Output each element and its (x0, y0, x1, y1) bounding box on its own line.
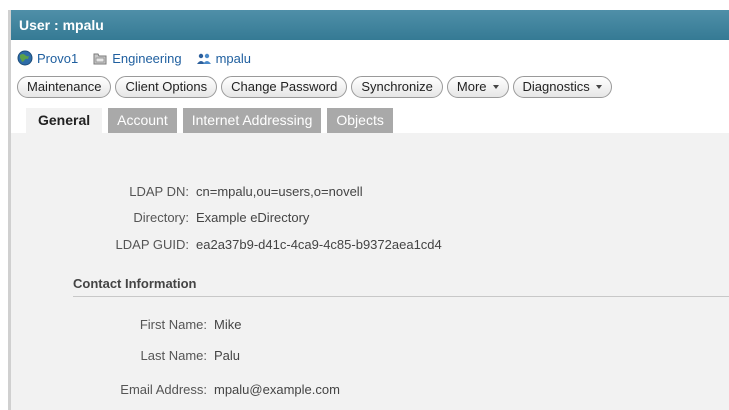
email-label: Email Address: (120, 382, 207, 397)
first-name-value-row: Mike (214, 316, 614, 334)
last-name-value: Palu (214, 348, 241, 363)
contact-information-heading: Contact Information (73, 276, 197, 291)
first-name-row: First Name: (11, 316, 207, 334)
ldap-dn-value: cn=mpalu,ou=users,o=novell (196, 184, 363, 199)
email-value-row: mpalu@example.com (214, 381, 614, 399)
maintenance-button[interactable]: Maintenance (17, 76, 112, 98)
ldap-dn-label: LDAP DN: (129, 184, 189, 199)
tab-objects[interactable]: Objects (327, 108, 393, 133)
section-divider (73, 296, 729, 297)
ldap-guid-value-row: ea2a37b9-d41c-4ca9-4c85-b9372aea1cd4 (196, 236, 696, 254)
breadcrumb-item-mpalu[interactable]: mpalu (196, 50, 251, 66)
directory-value: Example eDirectory (196, 210, 310, 225)
folder-icon (92, 50, 108, 66)
breadcrumb-label: mpalu (215, 50, 252, 66)
window-title: User : mpalu (11, 10, 729, 40)
first-name-value: Mike (214, 317, 242, 332)
email-value: mpalu@example.com (214, 382, 340, 397)
email-row: Email Address: (11, 381, 207, 399)
directory-row: Directory: (11, 209, 189, 227)
breadcrumb-label: Provo1 (37, 50, 79, 66)
ldap-guid-row: LDAP GUID: (11, 236, 189, 254)
more-menu-button[interactable]: More (446, 76, 509, 98)
breadcrumb-item-provo1[interactable]: Provo1 (17, 50, 78, 66)
diagnostics-menu-button[interactable]: Diagnostics (512, 76, 612, 98)
ldap-guid-label: LDAP GUID: (115, 237, 189, 252)
ldap-dn-row: LDAP DN: (11, 183, 189, 201)
change-password-button[interactable]: Change Password (221, 76, 348, 98)
last-name-value-row: Palu (214, 347, 614, 365)
directory-value-row: Example eDirectory (196, 209, 696, 227)
breadcrumb-item-engineering[interactable]: Engineering (92, 50, 182, 66)
tab-internet-addressing[interactable]: Internet Addressing (182, 108, 322, 133)
client-options-button[interactable]: Client Options (115, 76, 218, 98)
tab-account[interactable]: Account (108, 108, 177, 133)
chevron-down-icon (492, 84, 499, 89)
chevron-down-icon (595, 84, 602, 89)
user-icon (196, 50, 212, 66)
tab-general[interactable]: General (26, 108, 103, 133)
directory-label: Directory: (133, 210, 189, 225)
user-window: User : mpalu Provo1 Engineering mpalu Ma… (8, 10, 729, 410)
breadcrumb-label: Engineering (112, 50, 182, 66)
action-toolbar: Maintenance Client Options Change Passwo… (17, 76, 616, 98)
breadcrumb: Provo1 Engineering mpalu (17, 48, 265, 68)
synchronize-button[interactable]: Synchronize (351, 76, 443, 98)
last-name-label: Last Name: (140, 348, 207, 363)
globe-icon (17, 50, 33, 66)
ldap-dn-value-row: cn=mpalu,ou=users,o=novell (196, 183, 696, 201)
general-panel (11, 133, 729, 410)
tab-bar: General Account Internet Addressing Obje… (26, 108, 399, 133)
ldap-guid-value: ea2a37b9-d41c-4ca9-4c85-b9372aea1cd4 (196, 237, 442, 252)
last-name-row: Last Name: (11, 347, 207, 365)
first-name-label: First Name: (139, 317, 207, 332)
